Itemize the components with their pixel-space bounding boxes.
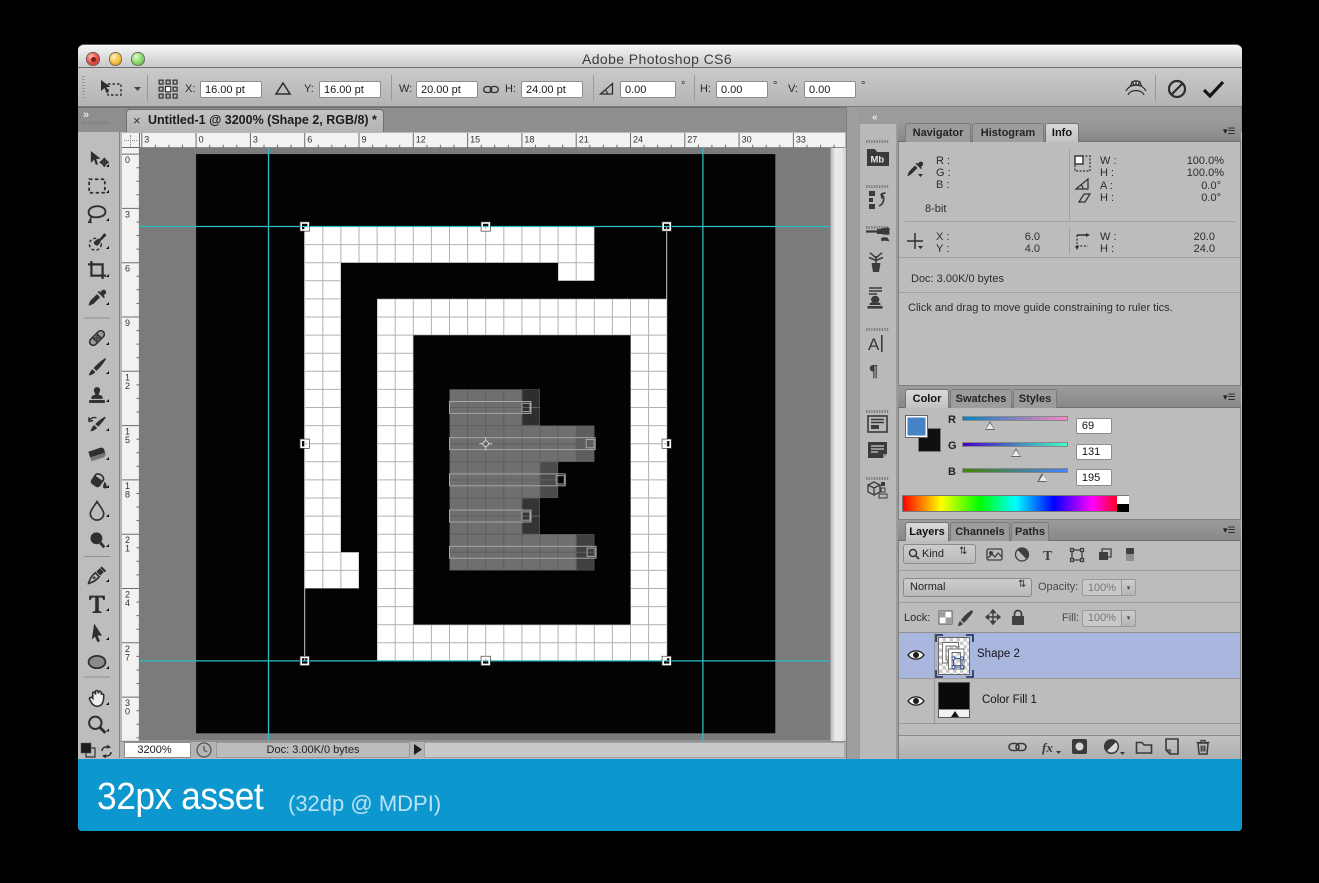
- svg-text:9: 9: [125, 318, 130, 328]
- svg-text:24: 24: [633, 135, 643, 145]
- svg-text:12: 12: [416, 135, 426, 145]
- svg-text:21: 21: [579, 135, 589, 145]
- svg-text:5: 5: [125, 435, 130, 445]
- svg-text:¶: ¶: [869, 361, 878, 380]
- svg-text:15: 15: [470, 135, 480, 145]
- svg-text:3: 3: [144, 135, 149, 145]
- svg-text:8: 8: [125, 490, 130, 500]
- svg-text:3: 3: [253, 135, 258, 145]
- svg-text:9: 9: [361, 135, 366, 145]
- svg-text:7: 7: [125, 653, 130, 663]
- svg-text:Mb: Mb: [870, 155, 884, 166]
- svg-text:A: A: [868, 335, 880, 354]
- svg-text:0: 0: [125, 707, 130, 717]
- svg-text:27: 27: [687, 135, 697, 145]
- svg-text:0: 0: [125, 155, 130, 165]
- svg-text:3: 3: [125, 210, 130, 220]
- svg-text:«: «: [872, 112, 878, 123]
- svg-text:T: T: [1043, 549, 1053, 564]
- svg-text:0: 0: [198, 135, 203, 145]
- svg-text:6: 6: [125, 264, 130, 274]
- svg-text:1: 1: [125, 544, 130, 554]
- svg-text:4: 4: [125, 598, 130, 608]
- svg-text:fx: fx: [1042, 740, 1053, 755]
- svg-text:30: 30: [741, 135, 751, 145]
- svg-text:6: 6: [307, 135, 312, 145]
- svg-text:2: 2: [125, 381, 130, 391]
- svg-text:33: 33: [796, 135, 806, 145]
- svg-text:18: 18: [524, 135, 534, 145]
